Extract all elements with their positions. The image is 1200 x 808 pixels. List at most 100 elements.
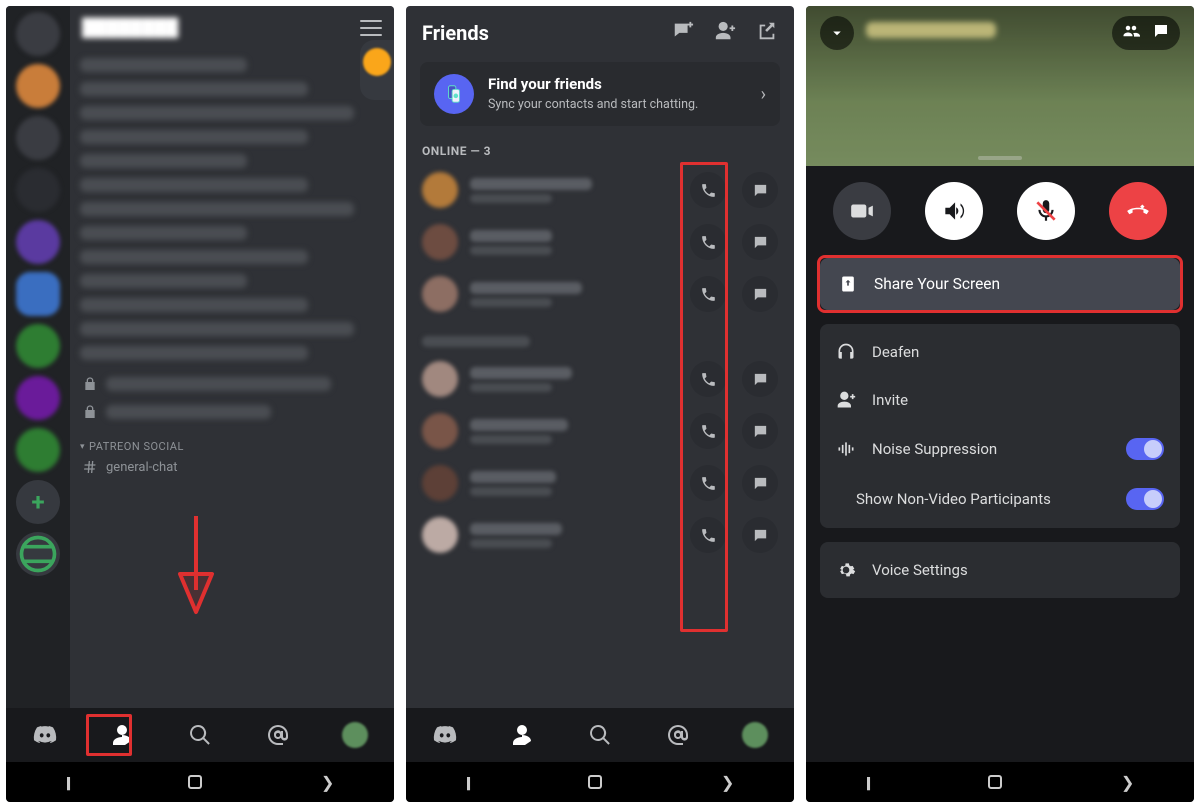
toggle-on[interactable] — [1126, 438, 1164, 460]
menu-icon[interactable] — [360, 20, 382, 36]
friend-row[interactable] — [420, 457, 780, 509]
nav-home[interactable] — [988, 775, 1002, 789]
android-system-nav: ||| ❮ — [806, 762, 1194, 802]
find-friends-subtitle: Sync your contacts and start chatting. — [488, 97, 698, 112]
nav-back[interactable]: ❮ — [1121, 773, 1134, 792]
server-icon[interactable] — [16, 116, 60, 160]
tab-friends-icon[interactable] — [509, 722, 535, 748]
friend-row[interactable] — [420, 405, 780, 457]
noise-suppression-label: Noise Suppression — [872, 440, 997, 458]
server-icon[interactable] — [16, 12, 60, 56]
chevron-right-icon: › — [761, 84, 766, 105]
message-friend-button[interactable] — [742, 276, 778, 312]
nav-recents[interactable]: ||| — [466, 773, 469, 792]
server-icon[interactable] — [16, 428, 60, 472]
tab-search-icon[interactable] — [187, 722, 213, 748]
nav-home[interactable] — [188, 775, 202, 789]
new-message-icon[interactable] — [672, 20, 694, 46]
mute-button[interactable] — [1017, 182, 1075, 240]
nav-recents[interactable]: ||| — [866, 773, 869, 792]
call-friend-button[interactable] — [690, 276, 726, 312]
add-server-button[interactable]: + — [16, 480, 60, 524]
server-icon[interactable] — [16, 272, 60, 316]
nav-back[interactable]: ❮ — [321, 773, 334, 792]
toggle-on[interactable] — [1126, 488, 1164, 510]
call-friend-button[interactable] — [690, 517, 726, 553]
channel-label: general-chat — [106, 460, 178, 475]
gear-icon — [836, 560, 856, 580]
message-friend-button[interactable] — [742, 361, 778, 397]
call-options-card: Deafen Invite Noise Suppression Show Non… — [820, 324, 1180, 528]
show-nonvideo-label: Show Non-Video Participants — [856, 490, 1051, 508]
tab-mentions-icon[interactable] — [265, 722, 291, 748]
nav-home[interactable] — [588, 775, 602, 789]
share-screen-icon — [838, 274, 858, 294]
hangup-button[interactable] — [1109, 182, 1167, 240]
online-section-header: ONLINE — 3 — [422, 144, 778, 158]
screenshot-panel-1: + ████████ — [6, 6, 394, 802]
tab-friends-icon[interactable] — [109, 722, 135, 748]
tab-profile-avatar[interactable] — [742, 722, 768, 748]
voice-settings-button[interactable]: Voice Settings — [820, 546, 1180, 594]
channel-locked[interactable] — [80, 398, 384, 426]
members-icon[interactable] — [1122, 22, 1140, 44]
voice-settings-card: Voice Settings — [820, 542, 1180, 598]
nav-recents[interactable]: ||| — [66, 773, 69, 792]
deafen-button[interactable]: Deafen — [820, 328, 1180, 376]
speaker-button[interactable] — [925, 182, 983, 240]
minimize-call-button[interactable] — [820, 16, 854, 50]
friend-row[interactable] — [420, 353, 780, 405]
friend-row[interactable] — [420, 216, 780, 268]
find-friends-icon — [434, 74, 474, 114]
channel-general-chat[interactable]: general-chat — [80, 453, 384, 481]
add-friend-icon[interactable] — [714, 20, 736, 46]
tab-mentions-icon[interactable] — [665, 722, 691, 748]
invite-button[interactable]: Invite — [820, 376, 1180, 424]
message-friend-button[interactable] — [742, 224, 778, 260]
show-nonvideo-toggle[interactable]: Show Non-Video Participants — [820, 474, 1180, 524]
noise-suppression-toggle[interactable]: Noise Suppression — [820, 424, 1180, 474]
server-name[interactable]: ████████ — [82, 18, 178, 38]
channel-locked[interactable] — [80, 370, 384, 398]
call-friend-button[interactable] — [690, 172, 726, 208]
new-dm-icon[interactable] — [756, 20, 778, 46]
find-friends-card[interactable]: Find your friends Sync your contacts and… — [420, 62, 780, 126]
headphones-icon — [836, 342, 856, 362]
server-icon[interactable] — [16, 376, 60, 420]
message-friend-button[interactable] — [742, 413, 778, 449]
android-system-nav: ||| ❮ — [6, 762, 394, 802]
call-friend-button[interactable] — [690, 413, 726, 449]
server-icon[interactable] — [16, 168, 60, 212]
message-friend-button[interactable] — [742, 465, 778, 501]
channel-list: ████████ PATREON — [70, 6, 394, 708]
call-friend-button[interactable] — [690, 361, 726, 397]
chat-peek[interactable] — [360, 40, 394, 100]
tab-discord-icon[interactable] — [32, 722, 58, 748]
friend-row[interactable] — [420, 268, 780, 320]
android-system-nav: ||| ❮ — [406, 762, 794, 802]
voice-settings-label: Voice Settings — [872, 561, 968, 579]
video-toggle-button[interactable] — [833, 182, 891, 240]
channel-category[interactable]: PATREON SOCIAL — [80, 440, 384, 453]
message-friend-button[interactable] — [742, 517, 778, 553]
sheet-drag-handle[interactable] — [978, 156, 1022, 160]
invite-label: Invite — [872, 391, 908, 409]
nav-back[interactable]: ❮ — [721, 773, 734, 792]
chat-icon[interactable] — [1152, 22, 1170, 44]
call-friend-button[interactable] — [690, 224, 726, 260]
server-icon[interactable] — [16, 64, 60, 108]
friend-row[interactable] — [420, 164, 780, 216]
tab-discord-icon[interactable] — [432, 722, 458, 748]
friend-row[interactable] — [420, 509, 780, 561]
message-friend-button[interactable] — [742, 172, 778, 208]
call-friend-button[interactable] — [690, 465, 726, 501]
server-icon[interactable] — [16, 220, 60, 264]
explore-servers-button[interactable] — [16, 532, 60, 576]
deafen-label: Deafen — [872, 343, 919, 361]
invite-icon — [836, 390, 856, 410]
bottom-tab-bar — [406, 708, 794, 762]
tab-search-icon[interactable] — [587, 722, 613, 748]
server-icon[interactable] — [16, 324, 60, 368]
share-screen-button[interactable]: Share Your Screen — [820, 258, 1180, 310]
tab-profile-avatar[interactable] — [342, 722, 368, 748]
